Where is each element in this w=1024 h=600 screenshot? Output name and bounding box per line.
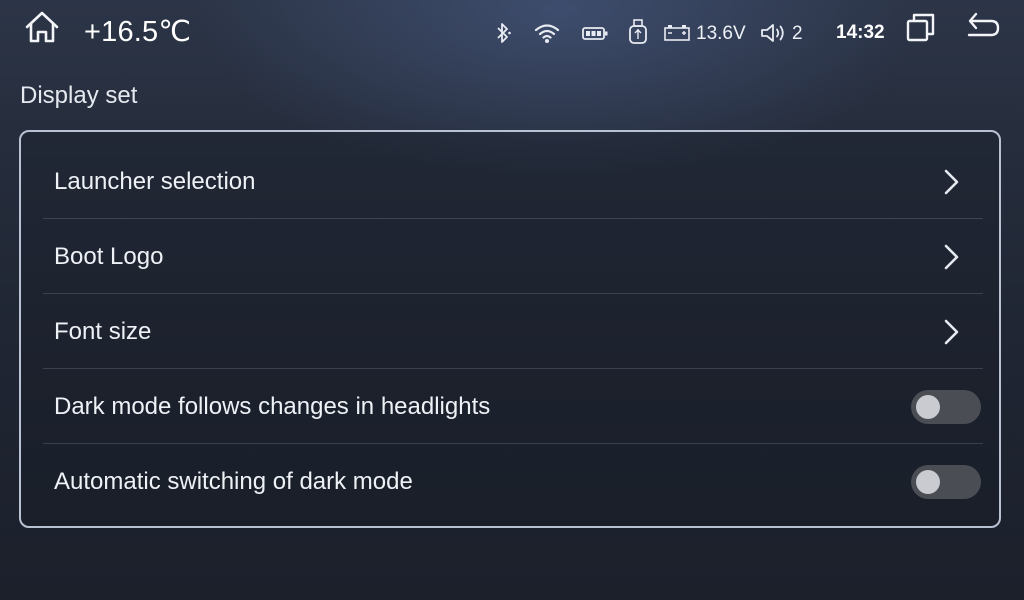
chevron-right-icon bbox=[941, 243, 961, 271]
chevron-right-icon bbox=[941, 318, 961, 346]
volume-icon[interactable] bbox=[758, 20, 788, 46]
battery-icon bbox=[580, 24, 610, 42]
temperature-readout: +16.5℃ bbox=[84, 16, 192, 48]
settings-item-auto-dark-mode: Automatic switching of dark mode bbox=[43, 445, 983, 519]
settings-item-label: Font size bbox=[54, 317, 152, 345]
wifi-icon bbox=[532, 20, 562, 46]
bluetooth-icon bbox=[492, 20, 514, 46]
toggle-knob bbox=[916, 470, 940, 494]
voltage-readout: 13.6V bbox=[696, 23, 746, 44]
car-battery-icon bbox=[662, 22, 692, 44]
toggle-knob bbox=[916, 394, 940, 419]
settings-item-launcher-selection[interactable]: Launcher selection bbox=[43, 145, 983, 219]
status-bar: +16.5℃ 13.6V 2 14:32 bbox=[0, 0, 1024, 66]
dark-mode-headlights-toggle[interactable] bbox=[911, 389, 981, 424]
settings-item-dark-mode-headlights: Dark mode follows changes in headlights bbox=[43, 370, 983, 444]
settings-item-label: Dark mode follows changes in headlights bbox=[54, 392, 491, 420]
settings-item-boot-logo[interactable]: Boot Logo bbox=[43, 220, 983, 294]
auto-dark-mode-toggle[interactable] bbox=[911, 465, 981, 499]
home-icon[interactable] bbox=[22, 8, 62, 46]
settings-item-font-size[interactable]: Font size bbox=[43, 295, 983, 369]
settings-item-label: Boot Logo bbox=[54, 242, 164, 270]
settings-panel: Launcher selection Boot Logo Font size D… bbox=[19, 130, 1001, 528]
clock: 14:32 bbox=[836, 22, 885, 43]
settings-item-label: Launcher selection bbox=[54, 167, 256, 195]
usb-icon bbox=[626, 17, 650, 47]
multi-window-icon[interactable] bbox=[902, 10, 938, 44]
page-title: Display set bbox=[20, 82, 138, 109]
chevron-right-icon bbox=[941, 168, 961, 196]
back-icon[interactable] bbox=[962, 8, 1002, 42]
volume-level: 2 bbox=[792, 23, 803, 44]
settings-item-label: Automatic switching of dark mode bbox=[54, 468, 413, 495]
